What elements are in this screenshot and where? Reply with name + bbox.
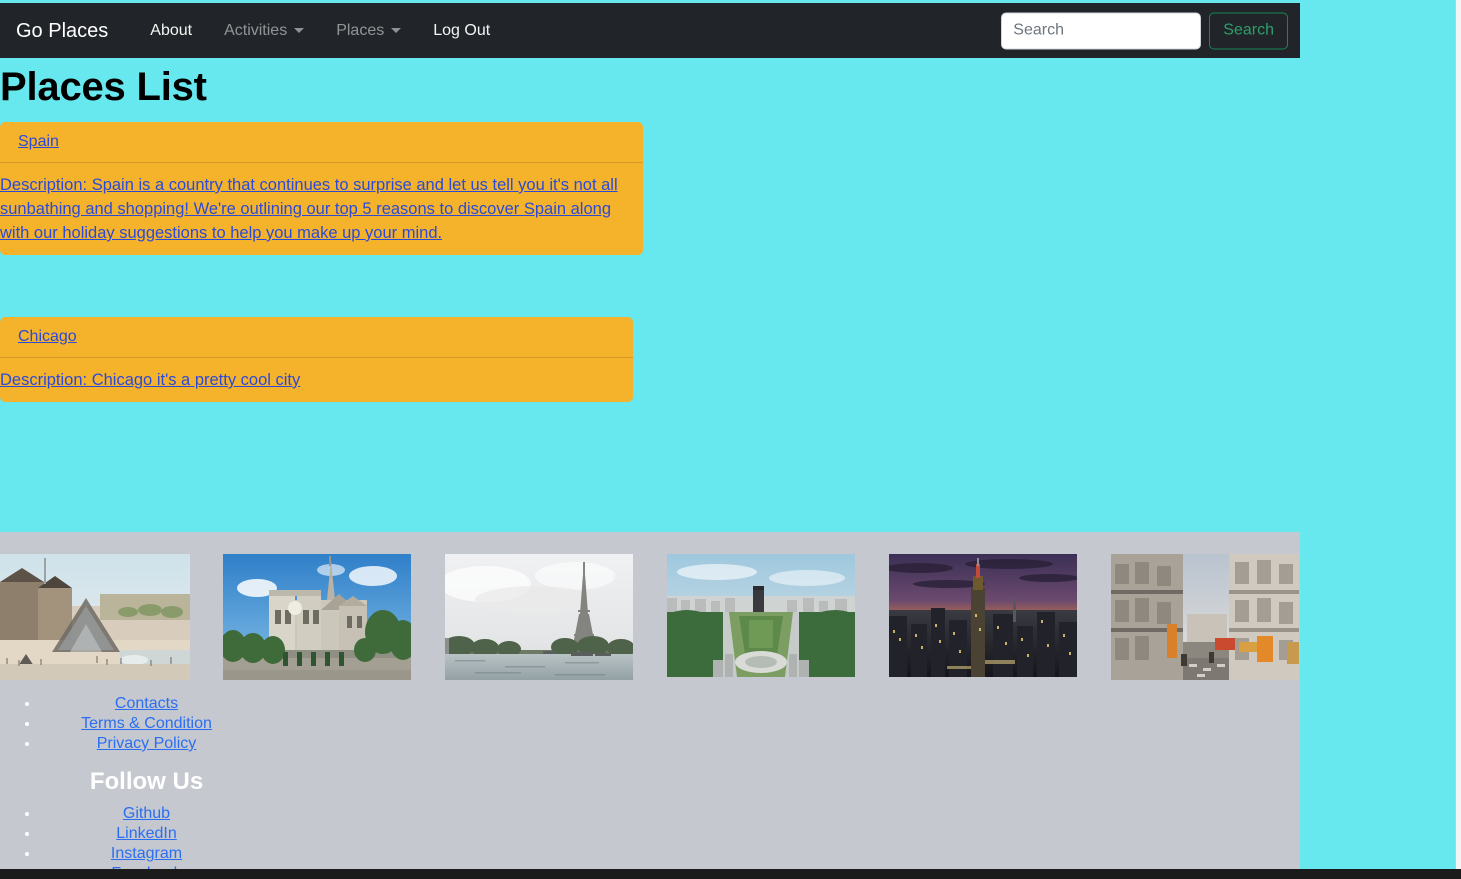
place-card-chicago: Chicago Description: Chicago it's a pret… bbox=[0, 317, 633, 402]
footer: Contacts Terms & Condition Privacy Polic… bbox=[0, 532, 1300, 872]
place-card-chicago-header: Chicago bbox=[0, 317, 633, 358]
footer-social-list: Github LinkedIn Instagram Facebook bbox=[0, 804, 1300, 872]
paris-street-photo bbox=[1111, 554, 1299, 680]
louvre-pyramid-photo bbox=[0, 554, 190, 680]
place-link-chicago[interactable]: Chicago bbox=[18, 328, 77, 345]
list-item: LinkedIn bbox=[40, 824, 253, 844]
navbar-brand[interactable]: Go Places bbox=[16, 21, 108, 41]
gallery-cell-2 bbox=[211, 554, 423, 680]
chevron-down-icon bbox=[391, 28, 402, 33]
window-bottom-edge bbox=[0, 869, 1461, 879]
nav-item-activities-label: Activities bbox=[224, 21, 288, 39]
place-card-chicago-wrapper: Chicago Description: Chicago it's a pret… bbox=[0, 317, 1300, 402]
search-input[interactable] bbox=[1001, 12, 1202, 49]
nav-item-places[interactable]: Places bbox=[320, 16, 417, 46]
eiffel-tower-seine-photo bbox=[445, 554, 633, 680]
place-card-chicago-body: Description: Chicago it's a pretty cool … bbox=[0, 358, 633, 402]
list-item: Privacy Policy bbox=[40, 734, 253, 754]
nav-item-log-out-label: Log Out bbox=[433, 21, 491, 39]
place-description-spain[interactable]: Description: Spain is a country that con… bbox=[0, 176, 618, 242]
browser-viewport: Go Places About Activities Places Log Ou… bbox=[0, 0, 1455, 872]
city-skyline-dusk-photo bbox=[889, 554, 1077, 677]
nav-item-about-label: About bbox=[150, 21, 193, 39]
list-item: Terms & Condition bbox=[40, 714, 253, 734]
place-description-chicago[interactable]: Description: Chicago it's a pretty cool … bbox=[0, 371, 300, 389]
footer-link-github[interactable]: Github bbox=[123, 805, 170, 822]
nav-item-about[interactable]: About bbox=[134, 16, 208, 46]
navbar-links: About Activities Places Log Out bbox=[134, 16, 506, 46]
footer-links-list: Contacts Terms & Condition Privacy Polic… bbox=[0, 694, 1300, 754]
gallery-cell-6 bbox=[1099, 554, 1311, 680]
footer-link-linkedin[interactable]: LinkedIn bbox=[116, 825, 177, 842]
navbar-search-form: Search bbox=[1001, 12, 1288, 49]
place-card-spain-wrapper: Spain Description: Spain is a country th… bbox=[0, 122, 1300, 255]
place-card-spain-header: Spain bbox=[0, 122, 643, 163]
gallery-cell-4 bbox=[655, 554, 867, 677]
page-title: Places List bbox=[0, 65, 207, 109]
follow-us-heading: Follow Us bbox=[89, 768, 204, 795]
place-link-spain[interactable]: Spain bbox=[18, 133, 59, 150]
footer-link-contacts[interactable]: Contacts bbox=[115, 695, 178, 712]
footer-link-privacy-policy[interactable]: Privacy Policy bbox=[97, 735, 197, 752]
notre-dame-photo bbox=[223, 554, 411, 680]
nav-item-activities[interactable]: Activities bbox=[208, 16, 320, 46]
footer-gallery bbox=[0, 554, 1300, 680]
gallery-cell-5 bbox=[877, 554, 1089, 677]
list-item: Contacts bbox=[40, 694, 253, 714]
footer-link-terms-condition[interactable]: Terms & Condition bbox=[81, 715, 212, 732]
gallery-cell-1 bbox=[0, 554, 201, 680]
chevron-down-icon bbox=[294, 28, 305, 33]
main-bottom-spacer bbox=[0, 464, 1300, 532]
place-card-spain-body: Description: Spain is a country that con… bbox=[0, 163, 643, 255]
footer-link-instagram[interactable]: Instagram bbox=[111, 845, 182, 862]
page-document: Go Places About Activities Places Log Ou… bbox=[0, 3, 1300, 872]
nav-item-log-out[interactable]: Log Out bbox=[417, 16, 506, 46]
window-right-edge bbox=[1455, 0, 1461, 879]
navbar: Go Places About Activities Places Log Ou… bbox=[0, 3, 1300, 58]
footer-link-lists: Contacts Terms & Condition Privacy Polic… bbox=[0, 680, 1300, 872]
gallery-cell-3 bbox=[433, 554, 645, 680]
main-content: Places List Spain Description: Spain is … bbox=[0, 64, 1300, 532]
place-card-spain: Spain Description: Spain is a country th… bbox=[0, 122, 643, 255]
paris-aerial-photo bbox=[667, 554, 855, 677]
list-item: Instagram bbox=[40, 844, 253, 864]
search-button[interactable]: Search bbox=[1209, 12, 1288, 49]
nav-item-places-label: Places bbox=[336, 21, 385, 39]
list-item: Github bbox=[40, 804, 253, 824]
